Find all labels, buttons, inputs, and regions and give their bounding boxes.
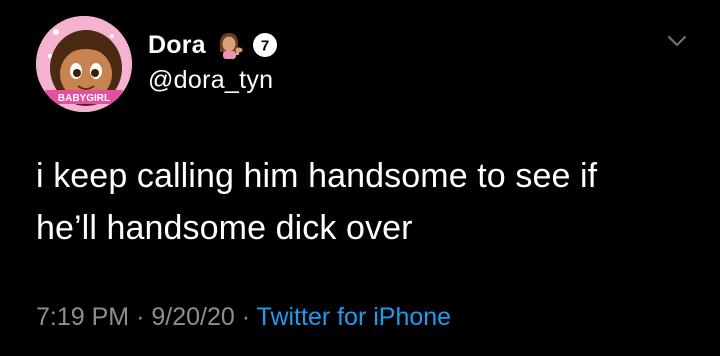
tweet-source-link[interactable]: Twitter for iPhone <box>257 303 452 331</box>
display-name[interactable]: Dora <box>148 31 206 60</box>
meta-separator: · <box>136 303 152 331</box>
tweet-text-line: i keep calling him handsome to see if <box>36 157 598 195</box>
avatar[interactable]: BABYGIRL <box>36 16 132 112</box>
chevron-down-icon[interactable] <box>662 32 692 52</box>
tweet-date[interactable]: 9/20/20 <box>151 303 234 331</box>
name-row: Dora 7 <box>148 28 278 62</box>
tweet-text-line: he’ll handsome dick over <box>36 209 413 247</box>
tweet-time[interactable]: 7:19 PM <box>36 303 129 331</box>
tweet-header: Dora 7 @dora_tyn <box>148 28 278 108</box>
tweet-card: BABYGIRL Dora 7 @dora_tyn i keep calling… <box>0 0 720 356</box>
tweet-meta: 7:19 PM · 9/20/20 · Twitter for iPhone <box>36 303 451 332</box>
avatar-caption: BABYGIRL <box>58 93 110 104</box>
meta-separator: · <box>241 303 257 331</box>
badge-text: 7 <box>261 38 269 55</box>
avatar-cartoon-girl-icon: BABYGIRL <box>36 16 132 112</box>
tweet-text: i keep calling him handsome to see if he… <box>36 150 696 254</box>
user-handle[interactable]: @dora_tyn <box>148 66 278 95</box>
woman-tipping-hand-emoji-icon <box>214 30 244 60</box>
seven-badge-icon: 7 <box>252 32 278 58</box>
